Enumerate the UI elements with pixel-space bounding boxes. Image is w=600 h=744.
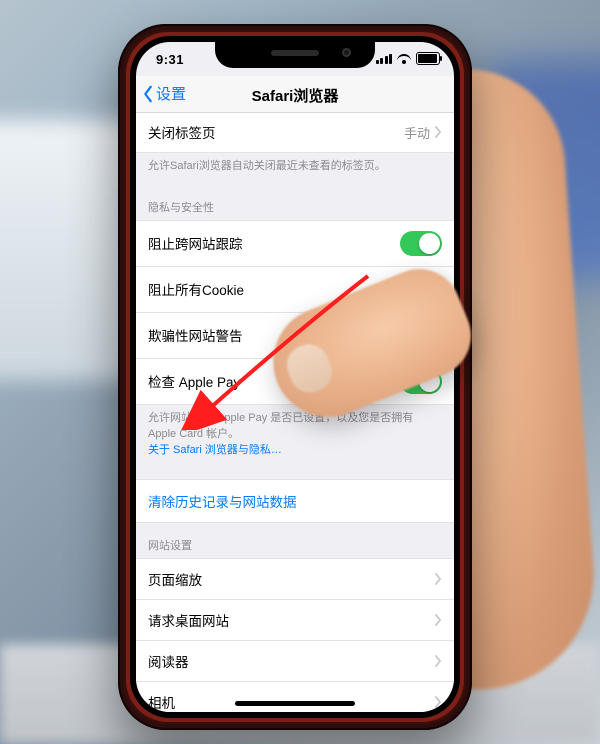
toggle-cross-site[interactable] — [400, 231, 442, 256]
chevron-right-icon — [434, 573, 442, 585]
row-label: 页面缩放 — [148, 569, 434, 589]
home-indicator[interactable] — [235, 701, 355, 706]
chevron-right-icon — [434, 696, 442, 708]
row-value: 手动 — [404, 123, 430, 142]
row-reader[interactable]: 阅读器 — [136, 641, 454, 682]
notch — [215, 42, 375, 68]
row-clear-history[interactable]: 清除历史记录与网站数据 — [136, 479, 454, 523]
cellular-icon — [376, 54, 393, 64]
row-label: 阅读器 — [148, 651, 434, 671]
about-safari-privacy-link[interactable]: 关于 Safari 浏览器与隐私… — [148, 444, 282, 456]
row-label: 阻止跨网站跟踪 — [148, 233, 400, 253]
close-tabs-footer: 允许Safari浏览器自动关闭最近未查看的标签页。 — [136, 153, 454, 185]
settings-content[interactable]: 关闭标签页 手动 允许Safari浏览器自动关闭最近未查看的标签页。 隐私与安全… — [136, 112, 454, 712]
section-header-site-settings: 网站设置 — [136, 523, 454, 558]
row-camera[interactable]: 相机 — [136, 682, 454, 712]
nav-title: Safari浏览器 — [136, 85, 454, 106]
row-label: 请求桌面网站 — [148, 610, 434, 630]
apple-pay-footer: 允许网站检查 Apple Pay 是否已设置，以及您是否拥有 Apple Car… — [136, 405, 454, 469]
wifi-icon — [397, 54, 411, 64]
chevron-right-icon — [434, 126, 442, 138]
chevron-right-icon — [434, 614, 442, 626]
clear-history-label: 清除历史记录与网站数据 — [148, 495, 297, 510]
row-label: 关闭标签页 — [148, 122, 404, 142]
row-close-tabs[interactable]: 关闭标签页 手动 — [136, 112, 454, 153]
row-cross-site-tracking[interactable]: 阻止跨网站跟踪 — [136, 220, 454, 267]
nav-bar: 设置 Safari浏览器 — [136, 76, 454, 113]
chevron-right-icon — [434, 655, 442, 667]
status-time: 9:31 — [156, 52, 184, 67]
battery-icon — [416, 52, 440, 65]
section-header-privacy: 隐私与安全性 — [136, 185, 454, 220]
row-page-zoom[interactable]: 页面缩放 — [136, 558, 454, 600]
row-request-desktop[interactable]: 请求桌面网站 — [136, 600, 454, 641]
